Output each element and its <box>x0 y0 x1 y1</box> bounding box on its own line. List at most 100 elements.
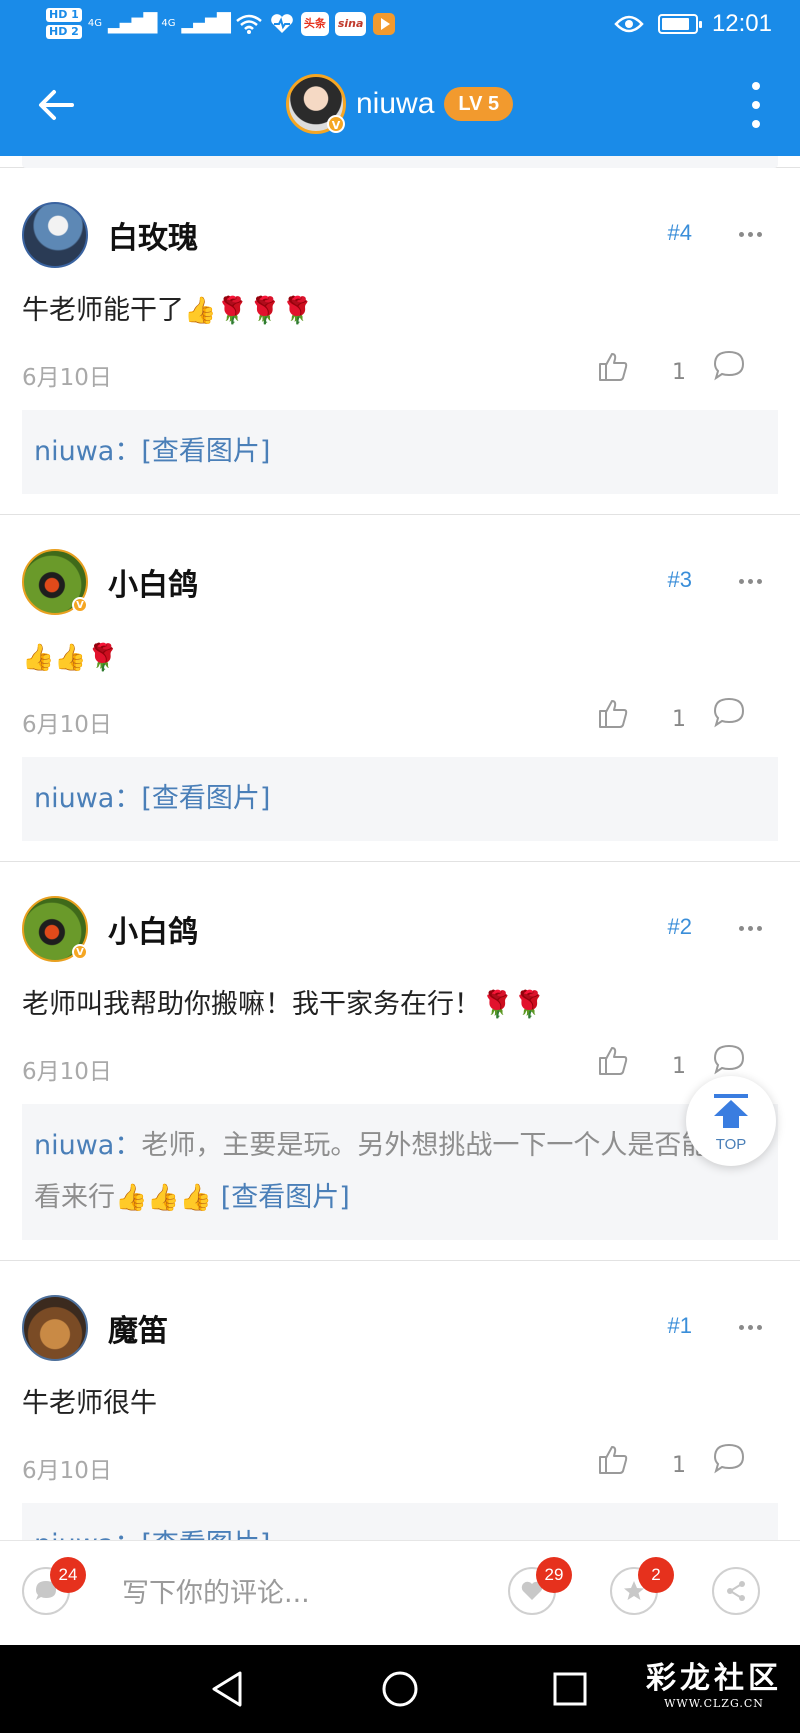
nav-home-circle-icon[interactable] <box>378 1667 422 1711</box>
share-icon <box>727 1581 745 1601</box>
comment-username[interactable]: 魔笛 <box>108 1306 168 1350</box>
comment-bubble-icon[interactable] <box>712 348 746 382</box>
view-image-link[interactable]: [查看图片] <box>141 1529 270 1540</box>
floor-number: #4 <box>667 220 692 245</box>
comment-date: 6月10日 <box>22 1458 112 1484</box>
scroll-to-top-button[interactable]: TOP <box>686 1076 776 1166</box>
thumbs-up-icon[interactable] <box>596 350 630 384</box>
comment-input[interactable]: 写下你的评论... <box>122 1571 310 1610</box>
more-options-icon[interactable] <box>739 232 762 237</box>
comment-meta: 6月10日 1 <box>22 342 778 398</box>
comment-date: 6月10日 <box>22 1059 112 1085</box>
comment-meta: 6月10日 1 <box>22 1036 778 1092</box>
comment-bubble-icon[interactable] <box>712 1042 746 1076</box>
comment-header: 白玫瑰 #4 <box>22 202 778 268</box>
more-options-icon[interactable] <box>739 1325 762 1330</box>
back-arrow-icon[interactable] <box>34 82 80 128</box>
like-button[interactable]: 29 <box>508 1557 572 1615</box>
status-right: 12:01 <box>614 10 772 38</box>
verified-badge: V <box>327 115 345 133</box>
nav-back-triangle-icon[interactable] <box>206 1667 250 1711</box>
comment-item: 魔笛 #1 牛老师很牛 6月10日 1 niuwa：[查看图片] <box>0 1261 800 1540</box>
floor-number: #3 <box>667 567 692 592</box>
comment-meta: 6月10日 1 <box>22 689 778 745</box>
like-count: 1 <box>672 707 686 732</box>
thumbs-up-icon[interactable] <box>596 1443 630 1477</box>
comment-emojis: 🌹🌹 <box>481 990 546 1020</box>
author-reply[interactable]: niuwa：[查看图片] <box>22 1503 778 1540</box>
watermark-url: WWW.CLZG.CN <box>664 1697 764 1710</box>
status-bar: HD 1 HD 2 4G ▂▄▆█ 4G ▂▄▆█ 头条 sina 12:01 <box>0 0 800 52</box>
thumbs-up-icon[interactable] <box>596 1044 630 1078</box>
comment-emojis: 👍🌹🌹🌹 <box>184 296 314 326</box>
user-avatar[interactable] <box>22 1295 88 1361</box>
floor-number: #1 <box>667 1313 692 1338</box>
comment-date: 6月10日 <box>22 365 112 391</box>
hd2-icon: HD 2 <box>46 25 82 39</box>
like-count: 1 <box>672 1054 686 1079</box>
clock: 12:01 <box>711 10 772 37</box>
thumbs-up-icon[interactable] <box>596 697 630 731</box>
comment-username[interactable]: 小白鸽 <box>108 560 198 604</box>
user-avatar[interactable] <box>22 202 88 268</box>
comment-username[interactable]: 小白鸽 <box>108 907 198 951</box>
system-nav-bar: 彩龙社区 WWW.CLZG.CN <box>0 1645 800 1733</box>
more-options-icon[interactable] <box>739 926 762 931</box>
user-avatar[interactable]: V <box>22 896 88 962</box>
video-app-icon <box>373 12 396 35</box>
comment-bubble-icon[interactable] <box>712 1441 746 1475</box>
arrow-up-icon <box>714 1094 748 1128</box>
comment-content: 👍👍🌹 <box>22 637 778 679</box>
level-badge: LV 5 <box>444 87 514 121</box>
signal1-label: 4G <box>87 18 102 29</box>
toutiao-app-icon: 头条 <box>300 11 329 36</box>
floor-number: #2 <box>667 914 692 939</box>
reply-emojis: 👍👍👍 <box>115 1183 213 1213</box>
comment-bar: 24 写下你的评论... 29 2 <box>0 1540 800 1645</box>
likes-count-badge: 29 <box>536 1557 572 1593</box>
comment-bubble-icon[interactable] <box>712 695 746 729</box>
heart-rate-icon <box>270 13 293 33</box>
reply-author[interactable]: niuwa： <box>34 783 141 814</box>
favorite-button[interactable]: 2 <box>610 1557 674 1615</box>
comment-header: 魔笛 #1 <box>22 1295 778 1361</box>
nav-recents-square-icon[interactable] <box>548 1667 592 1711</box>
wifi-icon <box>236 14 262 34</box>
signal-bars-icon: ▂▄▆█ <box>107 13 157 34</box>
author-reply[interactable]: niuwa：[查看图片] <box>22 757 778 841</box>
hd1-icon: HD 1 <box>46 8 82 22</box>
watermark: 彩龙社区 WWW.CLZG.CN <box>646 1653 782 1710</box>
author-name[interactable]: niuwa <box>356 87 434 121</box>
more-options-icon[interactable] <box>739 579 762 584</box>
top-label: TOP <box>715 1136 747 1153</box>
watermark-title: 彩龙社区 <box>646 1661 782 1696</box>
comment-text: 牛老师很牛 <box>22 1388 157 1419</box>
view-image-link[interactable]: [查看图片] <box>141 783 270 814</box>
author-reply[interactable]: niuwa：[查看图片] <box>22 410 778 494</box>
comment-date: 6月10日 <box>22 712 112 738</box>
comment-username[interactable]: 白玫瑰 <box>108 213 198 257</box>
author-avatar[interactable]: V <box>286 74 346 134</box>
eye-icon <box>614 15 644 33</box>
more-menu-icon[interactable] <box>746 82 766 128</box>
view-image-link[interactable]: [查看图片] <box>221 1182 350 1213</box>
signal2-label: 4G <box>161 18 176 29</box>
comments-button[interactable]: 24 <box>22 1557 86 1615</box>
app-screen: HD 1 HD 2 4G ▂▄▆█ 4G ▂▄▆█ 头条 sina 12:01 … <box>0 0 800 1733</box>
comment-meta: 6月10日 1 <box>22 1435 778 1491</box>
comment-content: 牛老师能干了👍🌹🌹🌹 <box>22 290 778 332</box>
comment-emojis: 👍👍🌹 <box>22 643 120 673</box>
share-button[interactable] <box>712 1567 760 1615</box>
view-image-link[interactable]: [查看图片] <box>141 436 270 467</box>
user-avatar[interactable]: V <box>22 549 88 615</box>
comment-feed[interactable]: 白玫瑰 #4 牛老师能干了👍🌹🌹🌹 6月10日 1 niuwa：[查看图片] V… <box>0 156 800 1540</box>
battery-fill <box>661 18 689 30</box>
reply-author[interactable]: niuwa： <box>34 1529 141 1540</box>
like-count: 1 <box>672 1453 686 1478</box>
status-left: HD 1 HD 2 4G ▂▄▆█ 4G ▂▄▆█ 头条 sina <box>46 8 396 39</box>
comment-text: 老师叫我帮助你搬嘛！我干家务在行！ <box>22 989 481 1020</box>
author-header[interactable]: V niuwa LV 5 <box>286 74 514 134</box>
author-reply[interactable]: niuwa：老师，主要是玩。另外想挑战一下一个人是否能行，看来行👍👍👍 [查看图… <box>22 1104 778 1240</box>
reply-author[interactable]: niuwa： <box>34 436 141 467</box>
reply-author[interactable]: niuwa： <box>34 1130 141 1161</box>
